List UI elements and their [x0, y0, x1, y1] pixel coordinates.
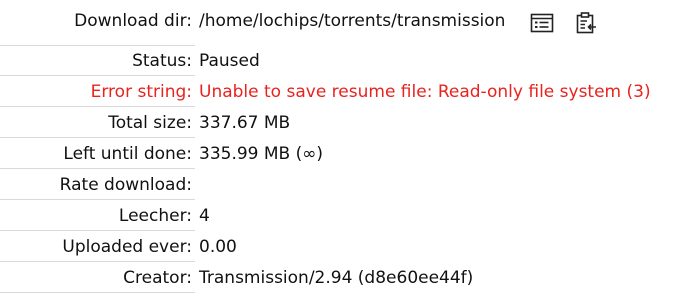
- creator-value: Transmission/2.94 (d8e60ee44f): [199, 268, 474, 288]
- row-download-dir: Download dir: /home/lochips/torrents/tra…: [0, 0, 686, 46]
- row-creator: Creator: Transmission/2.94 (d8e60ee44f): [0, 263, 686, 293]
- row-error-string: Error string: Unable to save resume file…: [0, 77, 686, 107]
- uploaded-ever-label: Uploaded ever:: [62, 237, 192, 257]
- clipboard-copy-icon[interactable]: [573, 10, 599, 36]
- status-label: Status:: [132, 51, 192, 71]
- row-divider: [0, 168, 195, 169]
- rate-download-label: Rate download:: [59, 175, 192, 195]
- row-leecher: Leecher: 4: [0, 201, 686, 231]
- row-divider: [0, 230, 195, 231]
- left-until-done-value: 335.99 MB (∞): [199, 144, 324, 164]
- folder-list-icon[interactable]: [529, 10, 555, 36]
- left-until-done-label: Left until done:: [63, 144, 192, 164]
- leecher-value: 4: [199, 206, 210, 226]
- row-divider: [0, 75, 195, 76]
- row-divider: [0, 292, 195, 293]
- row-status: Status: Paused: [0, 46, 686, 76]
- creator-label: Creator:: [123, 268, 192, 288]
- download-dir-label: Download dir:: [74, 11, 192, 31]
- total-size-value: 337.67 MB: [199, 113, 291, 133]
- torrent-details-panel: Download dir: /home/lochips/torrents/tra…: [0, 0, 686, 300]
- row-divider: [0, 137, 195, 138]
- download-dir-value: /home/lochips/torrents/transmission: [199, 11, 506, 31]
- uploaded-ever-value: 0.00: [199, 237, 237, 257]
- row-divider: [0, 199, 195, 200]
- row-uploaded-ever: Uploaded ever: 0.00: [0, 232, 686, 262]
- error-string-value: Unable to save resume file: Read-only fi…: [199, 82, 651, 102]
- error-string-label: Error string:: [90, 82, 192, 102]
- row-rate-download: Rate download:: [0, 170, 686, 200]
- row-divider: [0, 261, 195, 262]
- total-size-label: Total size:: [108, 113, 192, 133]
- row-left-until-done: Left until done: 335.99 MB (∞): [0, 139, 686, 169]
- row-total-size: Total size: 337.67 MB: [0, 108, 686, 138]
- status-value: Paused: [199, 51, 260, 71]
- row-divider: [0, 106, 195, 107]
- leecher-label: Leecher:: [118, 206, 192, 226]
